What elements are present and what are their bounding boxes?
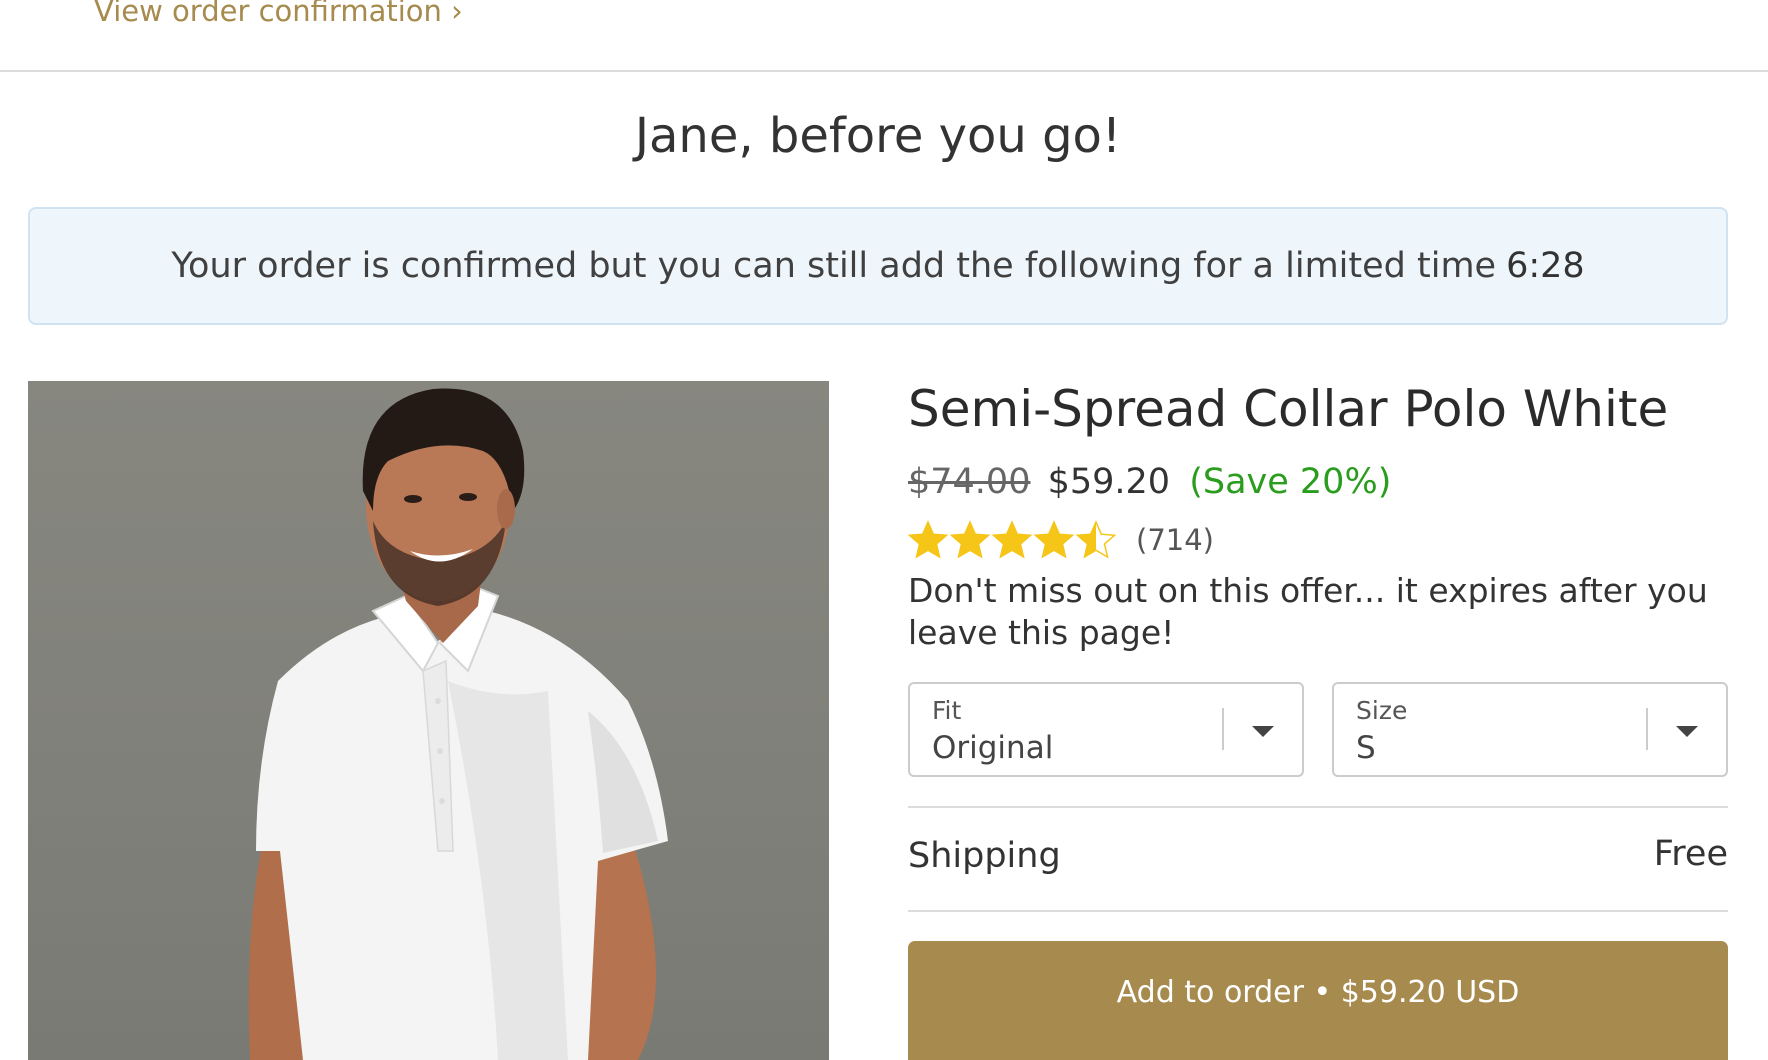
product-photo-icon <box>248 388 668 1060</box>
add-to-order-button[interactable]: Add to order • $59.20 USD <box>908 941 1728 1060</box>
size-select-value: S <box>1356 730 1376 766</box>
select-divider <box>1646 708 1648 750</box>
rating-row: (714) <box>908 516 1214 564</box>
price-row: $74.00 $59.20 (Save 20%) <box>908 462 1391 502</box>
star-icon <box>950 520 990 559</box>
fit-select-value: Original <box>932 730 1054 766</box>
star-icon <box>908 520 948 559</box>
chevron-down-icon <box>1252 726 1274 737</box>
size-select[interactable]: Size S <box>1332 682 1728 777</box>
offer-expiry-text: Don't miss out on this offer... it expir… <box>908 571 1708 652</box>
fit-select[interactable]: Fit Original <box>908 682 1304 777</box>
star-rating <box>908 520 1118 560</box>
view-order-confirmation-link[interactable]: View order confirmation › <box>94 0 463 28</box>
fit-select-label: Fit <box>932 696 962 725</box>
product-title: Semi-Spread Collar Polo White <box>908 380 1669 438</box>
savings-label: (Save 20%) <box>1189 462 1392 502</box>
divider <box>908 806 1728 808</box>
product-image <box>28 381 829 1060</box>
notice-text: Your order is confirmed but you can stil… <box>171 246 1497 286</box>
star-icon <box>1076 520 1116 559</box>
current-price: $59.20 <box>1047 462 1171 502</box>
shipping-value: Free <box>1653 834 1728 874</box>
review-count[interactable]: (714) <box>1136 523 1214 557</box>
original-price: $74.00 <box>908 462 1031 502</box>
chevron-down-icon <box>1676 726 1698 737</box>
top-bar: View order confirmation › <box>0 0 1768 72</box>
limited-time-notice: Your order is confirmed but you can stil… <box>28 207 1728 325</box>
star-icon <box>1034 520 1074 559</box>
page-title: Jane, before you go! <box>634 108 1122 164</box>
star-icon <box>992 520 1032 559</box>
shipping-label: Shipping <box>908 836 1061 876</box>
divider <box>908 910 1728 912</box>
size-select-label: Size <box>1356 696 1408 725</box>
countdown-timer: 6:28 <box>1506 246 1585 286</box>
select-divider <box>1222 708 1224 750</box>
